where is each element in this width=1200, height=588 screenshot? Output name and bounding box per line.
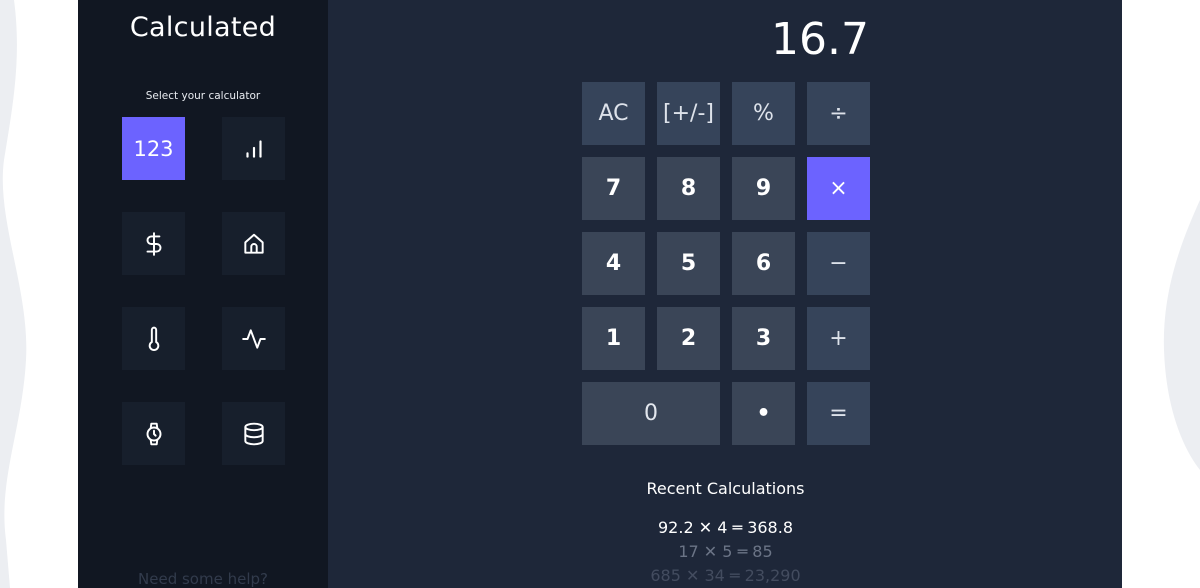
app-title: Calculated [129, 12, 277, 43]
bar-chart-icon [245, 139, 262, 158]
digit-1-button[interactable]: 1 [582, 307, 645, 370]
numbers-icon: 123 [133, 136, 174, 161]
digit-9-button[interactable]: 9 [732, 157, 795, 220]
digit-5-button[interactable]: 5 [657, 232, 720, 295]
keypad: AC [+/-] % ÷ 7 8 9 × 4 5 6 − 1 2 3 + 0 •… [582, 82, 870, 445]
thermometer-icon [148, 326, 159, 351]
sign-toggle-button[interactable]: [+/-] [657, 82, 720, 145]
calculator-statistics-button[interactable] [222, 117, 285, 180]
recent-calculations-list: 92.2 ✕ 4 ═ 368.8 17 ✕ 5 ═ 85 685 ✕ 34 ═ … [582, 516, 869, 588]
watch-icon [146, 422, 161, 445]
calculator-data-button[interactable] [222, 402, 285, 465]
digit-7-button[interactable]: 7 [582, 157, 645, 220]
calculator-health-button[interactable] [222, 307, 285, 370]
recent-calculation-item[interactable]: 685 ✕ 34 ═ 23,290 [582, 564, 869, 588]
select-calculator-label: Select your calculator [145, 90, 261, 102]
dollar-icon [146, 231, 161, 256]
multiply-button[interactable]: × [807, 157, 870, 220]
background-wave-right [1163, 200, 1200, 470]
calculator-basic-button[interactable]: 123 [122, 117, 185, 180]
calculator-selector: 123 [122, 117, 285, 465]
recent-calculation-item[interactable]: 17 ✕ 5 ═ 85 [582, 540, 869, 564]
digit-0-button[interactable]: 0 [582, 382, 720, 445]
calculator-mortgage-button[interactable] [222, 212, 285, 275]
help-link[interactable]: Need some help? [78, 570, 328, 588]
calculator-time-button[interactable] [122, 402, 185, 465]
digit-8-button[interactable]: 8 [657, 157, 720, 220]
digit-6-button[interactable]: 6 [732, 232, 795, 295]
divide-button[interactable]: ÷ [807, 82, 870, 145]
equals-button[interactable]: = [807, 382, 870, 445]
calculator-panel: 16.7 AC [+/-] % ÷ 7 8 9 × 4 5 6 − 1 2 3 … [328, 0, 1122, 588]
app-window: Calculated Select your calculator 123 Ne… [78, 0, 1122, 588]
calculator-currency-button[interactable] [122, 212, 185, 275]
recent-calculations-title: Recent Calculations [646, 479, 805, 498]
database-icon [243, 422, 264, 445]
subtract-button[interactable]: − [807, 232, 870, 295]
sidebar: Calculated Select your calculator 123 Ne… [78, 0, 328, 588]
calculator-temperature-button[interactable] [122, 307, 185, 370]
add-button[interactable]: + [807, 307, 870, 370]
digit-3-button[interactable]: 3 [732, 307, 795, 370]
decimal-button[interactable]: • [732, 382, 795, 445]
activity-icon [241, 328, 266, 349]
recent-calculation-item[interactable]: 92.2 ✕ 4 ═ 368.8 [582, 516, 869, 540]
clear-button[interactable]: AC [582, 82, 645, 145]
percent-button[interactable]: % [732, 82, 795, 145]
digit-2-button[interactable]: 2 [657, 307, 720, 370]
home-icon [243, 233, 264, 254]
result-display: 16.7 [771, 14, 869, 65]
background-wave-left [0, 0, 27, 588]
digit-4-button[interactable]: 4 [582, 232, 645, 295]
